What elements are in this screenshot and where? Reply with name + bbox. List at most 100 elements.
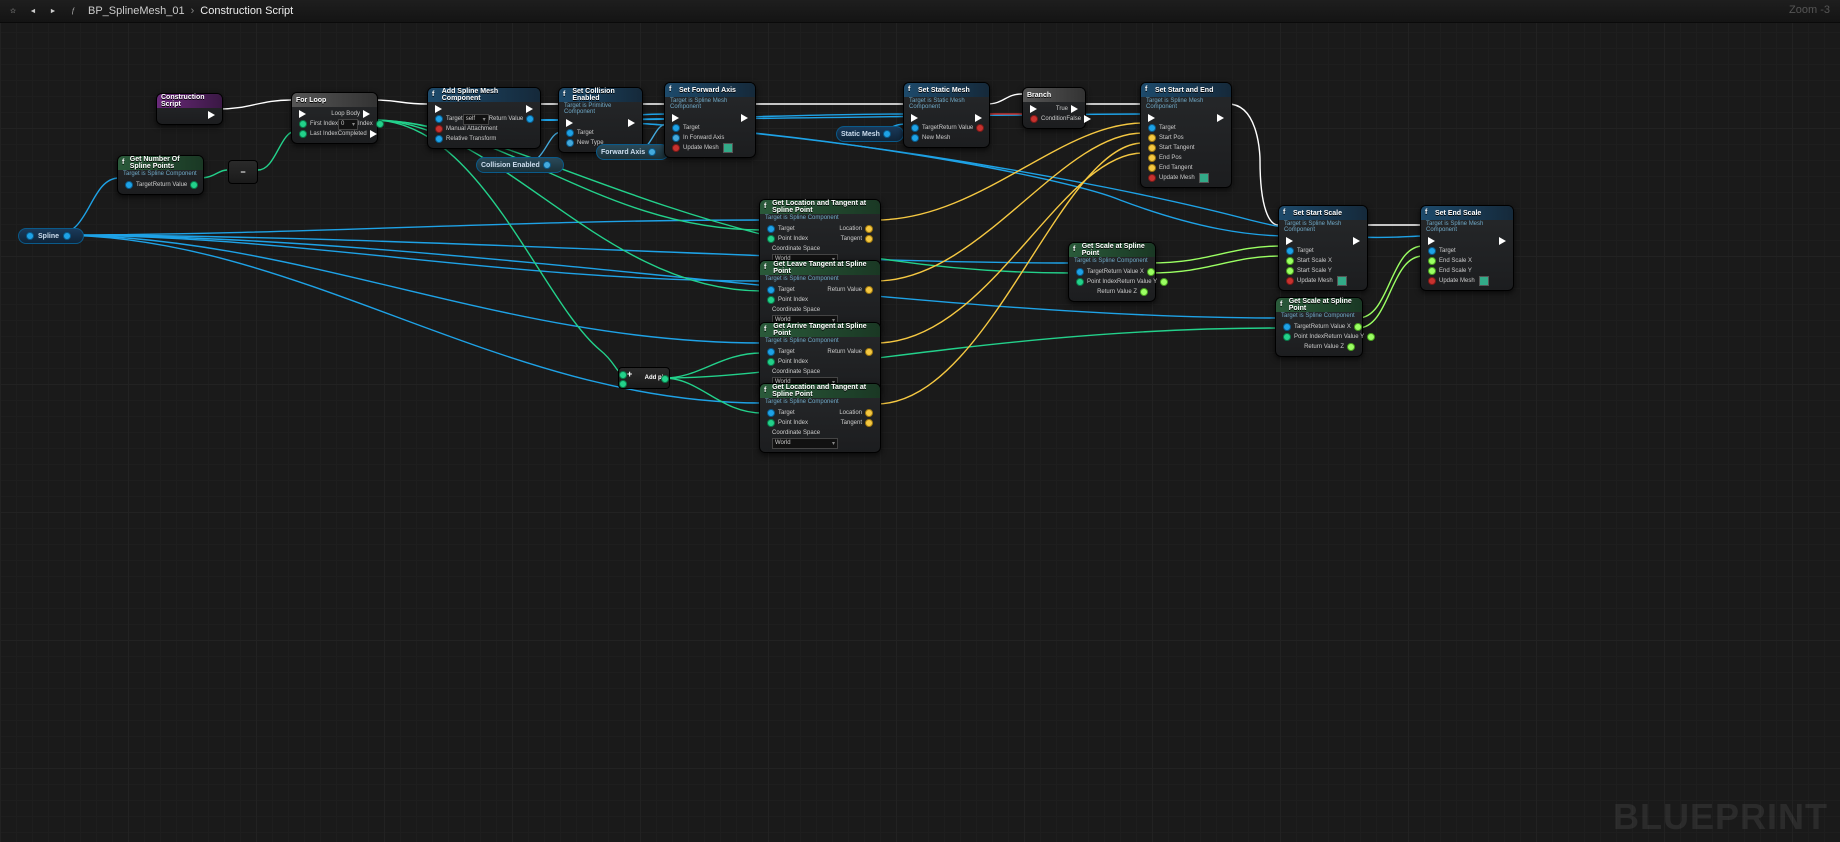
node-get-location-tangent-1[interactable]: fGet Location and Tangent at Spline Poin…: [759, 199, 881, 269]
pin-false[interactable]: [1084, 115, 1091, 123]
pin-start-tangent[interactable]: [1148, 144, 1156, 152]
pin-out-object[interactable]: [26, 232, 34, 240]
pin-update-mesh[interactable]: [1428, 277, 1436, 285]
pin-end-scale-x[interactable]: [1428, 257, 1436, 265]
pin-last-index[interactable]: [299, 130, 307, 138]
forward-icon[interactable]: ►: [46, 4, 60, 18]
pin-index[interactable]: [376, 120, 384, 128]
pin-end-scale-y[interactable]: [1428, 267, 1436, 275]
pin-rvx[interactable]: [1354, 323, 1362, 331]
pin-out-object[interactable]: [63, 232, 71, 240]
node-set-forward-axis[interactable]: fSet Forward Axis Target is Spline Mesh …: [664, 82, 756, 158]
node-get-arrive-tangent[interactable]: fGet Arrive Tangent at Spline Point Targ…: [759, 322, 881, 392]
checkbox-update[interactable]: [1337, 276, 1347, 286]
pin-return[interactable]: [190, 181, 198, 189]
pin-exec-out[interactable]: [1353, 237, 1360, 245]
pin-exec-in[interactable]: [299, 110, 306, 118]
pin-completed[interactable]: [370, 130, 377, 138]
pin-rvy[interactable]: [1367, 333, 1375, 341]
breadcrumb-asset[interactable]: BP_SplineMesh_01: [88, 5, 185, 17]
pin-target[interactable]: [911, 124, 919, 132]
pin-point-index[interactable]: [767, 235, 775, 243]
pin-out[interactable]: [661, 375, 669, 383]
pin-exec-in[interactable]: [1148, 114, 1155, 122]
pin-exec-in[interactable]: [435, 105, 442, 113]
pin-point-index[interactable]: [1076, 278, 1084, 286]
breadcrumb-graph[interactable]: Construction Script: [200, 5, 293, 17]
pin-target[interactable]: [767, 348, 775, 356]
pin-end-tangent[interactable]: [1148, 164, 1156, 172]
pin-target[interactable]: [125, 181, 133, 189]
first-index-value[interactable]: 0: [338, 119, 358, 130]
pin-point-index[interactable]: [767, 419, 775, 427]
bookmark-icon[interactable]: ☆: [6, 4, 20, 18]
pin-first-index[interactable]: [299, 120, 307, 128]
node-get-location-tangent-2[interactable]: fGet Location and Tangent at Spline Poin…: [759, 383, 881, 453]
pin-update-mesh[interactable]: [672, 144, 680, 152]
back-icon[interactable]: ◄: [26, 4, 40, 18]
pin-return[interactable]: [526, 115, 534, 123]
node-get-scale-2[interactable]: fGet Scale at Spline Point Target is Spl…: [1275, 297, 1363, 357]
pin-b[interactable]: [619, 380, 627, 388]
pin-out[interactable]: [883, 130, 891, 138]
checkbox-update[interactable]: [723, 143, 733, 153]
node-subtract-int[interactable]: −: [228, 160, 258, 184]
pin-a[interactable]: [619, 371, 627, 379]
pin-relative-transform[interactable]: [435, 135, 443, 143]
pin-exec-out[interactable]: [741, 114, 748, 122]
node-branch[interactable]: Branch True ConditionFalse: [1022, 87, 1086, 129]
pin-exec-in[interactable]: [1286, 237, 1293, 245]
pin-exec-in[interactable]: [566, 119, 573, 127]
node-construction-script[interactable]: Construction Script: [156, 93, 223, 125]
pin-start-scale-y[interactable]: [1286, 267, 1294, 275]
node-get-scale-1[interactable]: fGet Scale at Spline Point Target is Spl…: [1068, 242, 1156, 302]
pin-exec-in[interactable]: [1428, 237, 1435, 245]
node-set-end-scale[interactable]: fSet End Scale Target is Spline Mesh Com…: [1420, 205, 1514, 291]
node-add-spline-mesh-component[interactable]: fAdd Spline Mesh Component TargetselfRet…: [427, 87, 541, 149]
pin-manual-attach[interactable]: [435, 125, 443, 133]
pin-in-forward-axis[interactable]: [672, 134, 680, 142]
pin-target[interactable]: [767, 409, 775, 417]
target-self[interactable]: self: [463, 114, 489, 125]
pin-return[interactable]: [976, 124, 984, 132]
pin-condition[interactable]: [1030, 115, 1038, 123]
pin-point-index[interactable]: [1283, 333, 1291, 341]
node-get-num-spline-points[interactable]: fGet Number Of Spline Points Target is S…: [117, 155, 204, 195]
variable-collision-enabled[interactable]: Collision Enabled: [476, 157, 564, 173]
node-set-start-scale[interactable]: fSet Start Scale Target is Spline Mesh C…: [1278, 205, 1368, 291]
checkbox-update[interactable]: [1199, 173, 1209, 183]
pin-target[interactable]: [1283, 323, 1291, 331]
pin-exec-in[interactable]: [672, 114, 679, 122]
node-set-static-mesh[interactable]: fSet Static Mesh Target is Static Mesh C…: [903, 82, 990, 148]
pin-exec-out[interactable]: [526, 105, 533, 113]
pin-point-index[interactable]: [767, 296, 775, 304]
pin-out[interactable]: [543, 161, 551, 169]
pin-exec-out[interactable]: [975, 114, 982, 122]
pin-start-pos[interactable]: [1148, 134, 1156, 142]
pin-rvz[interactable]: [1140, 288, 1148, 296]
pin-return[interactable]: [865, 286, 873, 294]
variable-forward-axis[interactable]: Forward Axis: [596, 144, 669, 160]
pin-tangent[interactable]: [865, 419, 873, 427]
pin-rvz[interactable]: [1347, 343, 1355, 351]
pin-location[interactable]: [865, 225, 873, 233]
pin-target[interactable]: [435, 115, 443, 123]
checkbox-update[interactable]: [1479, 276, 1489, 286]
variable-spline[interactable]: Spline: [18, 228, 84, 244]
pin-exec-in[interactable]: [911, 114, 918, 122]
pin-start-scale-x[interactable]: [1286, 257, 1294, 265]
pin-out[interactable]: [648, 148, 656, 156]
pin-rvx[interactable]: [1147, 268, 1155, 276]
coordinate-space-dropdown[interactable]: World: [772, 438, 838, 449]
node-for-loop[interactable]: For Loop Loop Body First Index0Index Las…: [291, 92, 378, 144]
pin-new-type[interactable]: [566, 139, 574, 147]
pin-end-pos[interactable]: [1148, 154, 1156, 162]
pin-exec-in[interactable]: [1030, 105, 1037, 113]
pin-true[interactable]: [1071, 105, 1078, 113]
variable-static-mesh[interactable]: Static Mesh: [836, 126, 904, 142]
pin-target[interactable]: [1148, 124, 1156, 132]
pin-target[interactable]: [767, 286, 775, 294]
pin-tangent[interactable]: [865, 235, 873, 243]
pin-return[interactable]: [865, 348, 873, 356]
node-set-start-and-end[interactable]: fSet Start and End Target is Spline Mesh…: [1140, 82, 1232, 188]
